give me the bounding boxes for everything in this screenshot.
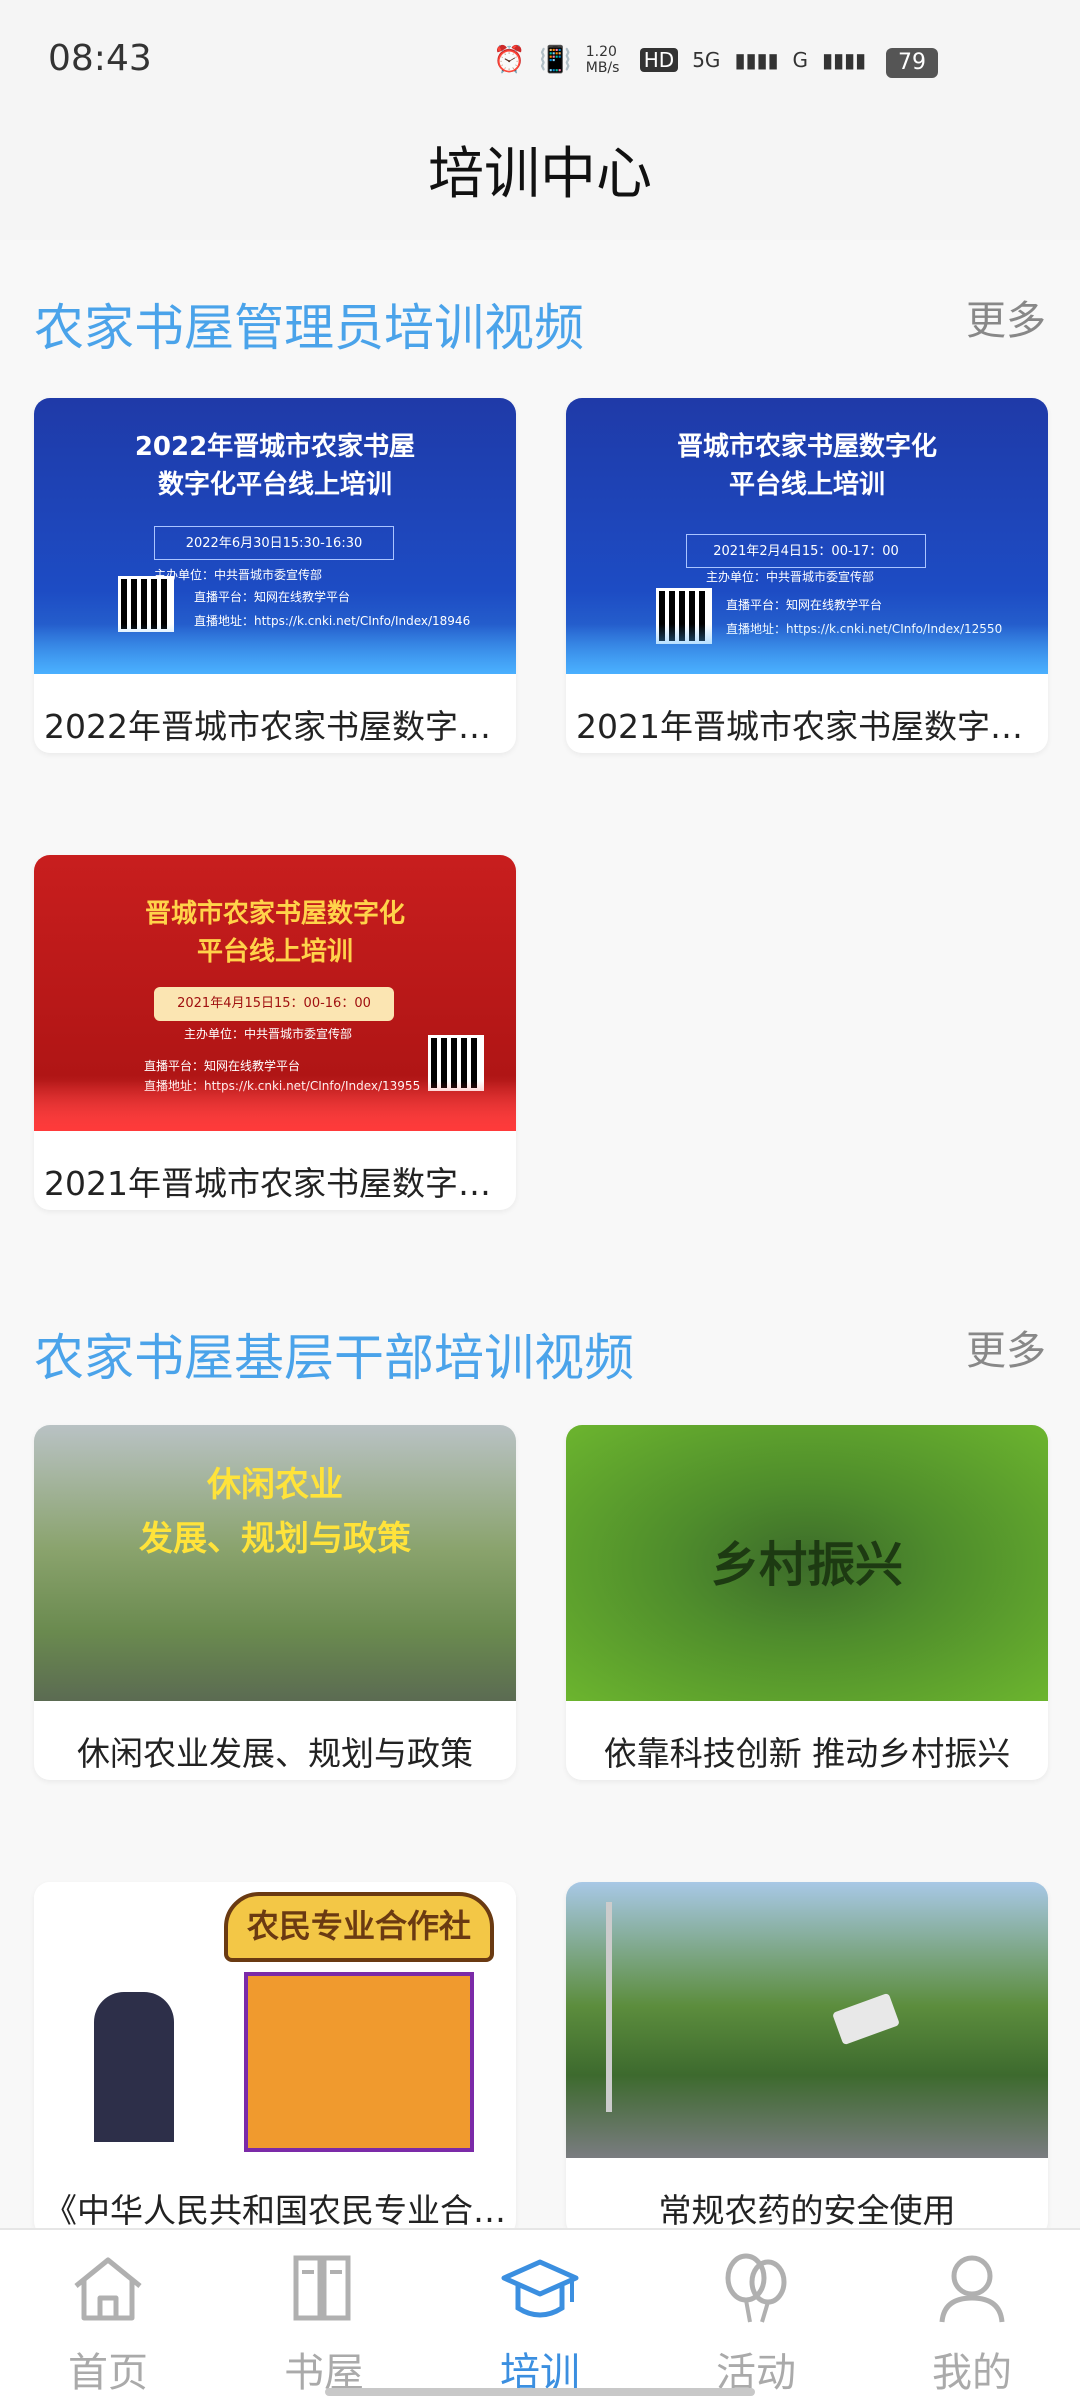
person-icon bbox=[939, 2255, 1005, 2323]
header: 培训中心 bbox=[0, 120, 1080, 240]
poster-time: 2022年6月30日15:30-16:30 bbox=[154, 526, 394, 560]
video-card[interactable]: 常规农药的安全使用 bbox=[566, 1882, 1048, 2228]
card-title: 2021年晋城市农家书屋数字化… bbox=[576, 707, 1048, 746]
poster-platform: 直播平台：知网在线教学平台 bbox=[726, 598, 883, 612]
status-bar: 08:43 ⏰ 📳 1.20 MB/s HD 5G ▮▮▮▮ G ▮▮▮▮ 79 bbox=[0, 0, 1080, 120]
nav-label: 我的 bbox=[932, 2350, 1012, 2396]
poster-wave bbox=[34, 1081, 516, 1131]
more-link[interactable]: 更多 bbox=[966, 288, 1046, 346]
signal2-icon: ▮▮▮▮ bbox=[821, 48, 866, 72]
section-header-admin: 农家书屋管理员培训视频 更多 bbox=[34, 288, 1046, 368]
hd-icon: HD bbox=[639, 48, 679, 72]
nav-mine[interactable]: 我的 bbox=[892, 2252, 1052, 2398]
status-time: 08:43 bbox=[48, 38, 152, 79]
poster-org: 主办单位：中共晋城市委宣传部 bbox=[154, 568, 323, 582]
card-title: 2021年晋城市农家书屋数字化… bbox=[44, 1164, 516, 1203]
video-card[interactable]: 乡村振兴 依靠科技创新 推动乡村振兴 2020-08-24 bbox=[566, 1425, 1048, 1780]
cartoon-illustration bbox=[244, 1972, 474, 2152]
network-speed: 1.20 MB/s bbox=[585, 44, 620, 76]
poster-org: 主办单位：中共晋城市委宣传部 bbox=[184, 1027, 353, 1041]
thumbnail-caption: 休闲农业 bbox=[207, 1465, 343, 1505]
card-title: 依靠科技创新 推动乡村振兴 bbox=[603, 1734, 1011, 1773]
poster-title: 晋城市农家书屋数字化 平台线上培训 bbox=[676, 432, 937, 500]
section-header-cadre: 农家书屋基层干部培训视频 更多 bbox=[34, 1318, 1046, 1398]
bottom-navigation: 首页 书屋 培训 活动 我的 bbox=[0, 2228, 1080, 2408]
poster-org: 主办单位：中共晋城市委宣传部 bbox=[706, 570, 875, 584]
graduation-cap-icon bbox=[501, 2259, 579, 2318]
signal-g-icon: G bbox=[792, 48, 808, 72]
poster-title: 晋城市农家书屋数字化 平台线上培训 bbox=[144, 899, 405, 967]
poster-time: 2021年2月4日15：00-17：00 bbox=[686, 534, 926, 568]
page-title: 培训中心 bbox=[428, 142, 652, 207]
signal-icon: ▮▮▮▮ bbox=[734, 48, 779, 72]
nav-home[interactable]: 首页 bbox=[28, 2252, 188, 2398]
section-title: 农家书屋管理员培训视频 bbox=[34, 299, 584, 357]
poster-wave bbox=[566, 624, 1048, 674]
video-thumbnail: 乡村振兴 bbox=[566, 1425, 1048, 1701]
video-thumbnail: 2022年晋城市农家书屋 数字化平台线上培训 2022年6月30日15:30-1… bbox=[34, 398, 516, 674]
main-content[interactable]: 农家书屋管理员培训视频 更多 2022年晋城市农家书屋 数字化平台线上培训 20… bbox=[0, 240, 1080, 2228]
nav-label: 首页 bbox=[68, 2350, 148, 2396]
poster-time: 2021年4月15日15：00-16：00 bbox=[154, 987, 394, 1021]
video-card[interactable]: 晋城市农家书屋数字化 平台线上培训 2021年2月4日15：00-17：00 主… bbox=[566, 398, 1048, 753]
nav-activities[interactable]: 活动 bbox=[676, 2252, 836, 2398]
person-figure bbox=[94, 1992, 174, 2142]
poster-title: 2022年晋城市农家书屋 数字化平台线上培训 bbox=[134, 432, 416, 500]
card-title: 《中华人民共和国农民专业合… bbox=[44, 2191, 506, 2228]
vibrate-icon: 📳 bbox=[539, 45, 572, 75]
video-thumbnail: 晋城市农家书屋数字化 平台线上培训 2021年2月4日15：00-17：00 主… bbox=[566, 398, 1048, 674]
status-icons: ⏰ 📳 1.20 MB/s HD 5G ▮▮▮▮ G ▮▮▮▮ bbox=[493, 44, 866, 76]
video-thumbnail: 休闲农业 发展、规划与政策 bbox=[34, 1425, 516, 1701]
poster-platform: 直播平台：知网在线教学平台 bbox=[194, 590, 351, 604]
video-thumbnail bbox=[566, 1882, 1048, 2158]
signal-5g-icon: 5G bbox=[692, 48, 721, 72]
nav-bookhouse[interactable]: 书屋 bbox=[244, 2252, 404, 2398]
more-link[interactable]: 更多 bbox=[966, 1318, 1046, 1376]
battery-icon: 79 bbox=[886, 48, 938, 78]
thumbnail-caption: 乡村振兴 bbox=[710, 1537, 903, 1593]
section-title: 农家书屋基层干部培训视频 bbox=[34, 1329, 634, 1387]
poster-wave bbox=[34, 624, 516, 674]
video-card[interactable]: 休闲农业 发展、规划与政策 休闲农业发展、规划与政策 2020-08-24 bbox=[34, 1425, 516, 1780]
video-card[interactable]: 农民专业合作社 《中华人民共和国农民专业合… bbox=[34, 1882, 516, 2228]
card-title: 2022年晋城市农家书屋数字化… bbox=[44, 707, 516, 746]
thumbnail-caption: 农民专业合作社 bbox=[224, 1892, 494, 1962]
video-card[interactable]: 2022年晋城市农家书屋 数字化平台线上培训 2022年6月30日15:30-1… bbox=[34, 398, 516, 753]
video-thumbnail: 晋城市农家书屋数字化 平台线上培训 2021年4月15日15：00-16：00 … bbox=[34, 855, 516, 1131]
nav-training[interactable]: 培训 bbox=[460, 2252, 620, 2398]
street-lamp bbox=[606, 1902, 612, 2112]
alarm-icon: ⏰ bbox=[493, 45, 526, 75]
card-title: 休闲农业发展、规划与政策 bbox=[77, 1734, 473, 1773]
poster-platform: 直播平台：知网在线教学平台 bbox=[144, 1059, 301, 1073]
balloon-icon bbox=[725, 2253, 787, 2323]
card-title: 常规农药的安全使用 bbox=[658, 2191, 956, 2228]
video-card[interactable]: 晋城市农家书屋数字化 平台线上培训 2021年4月15日15：00-16：00 … bbox=[34, 855, 516, 1210]
home-indicator[interactable] bbox=[325, 2388, 755, 2396]
book-icon bbox=[293, 2255, 351, 2321]
home-icon bbox=[74, 2257, 142, 2321]
video-thumbnail: 农民专业合作社 bbox=[34, 1882, 516, 2158]
sprayer-truck bbox=[831, 1992, 901, 2046]
thumbnail-caption: 发展、规划与政策 bbox=[139, 1519, 411, 1559]
